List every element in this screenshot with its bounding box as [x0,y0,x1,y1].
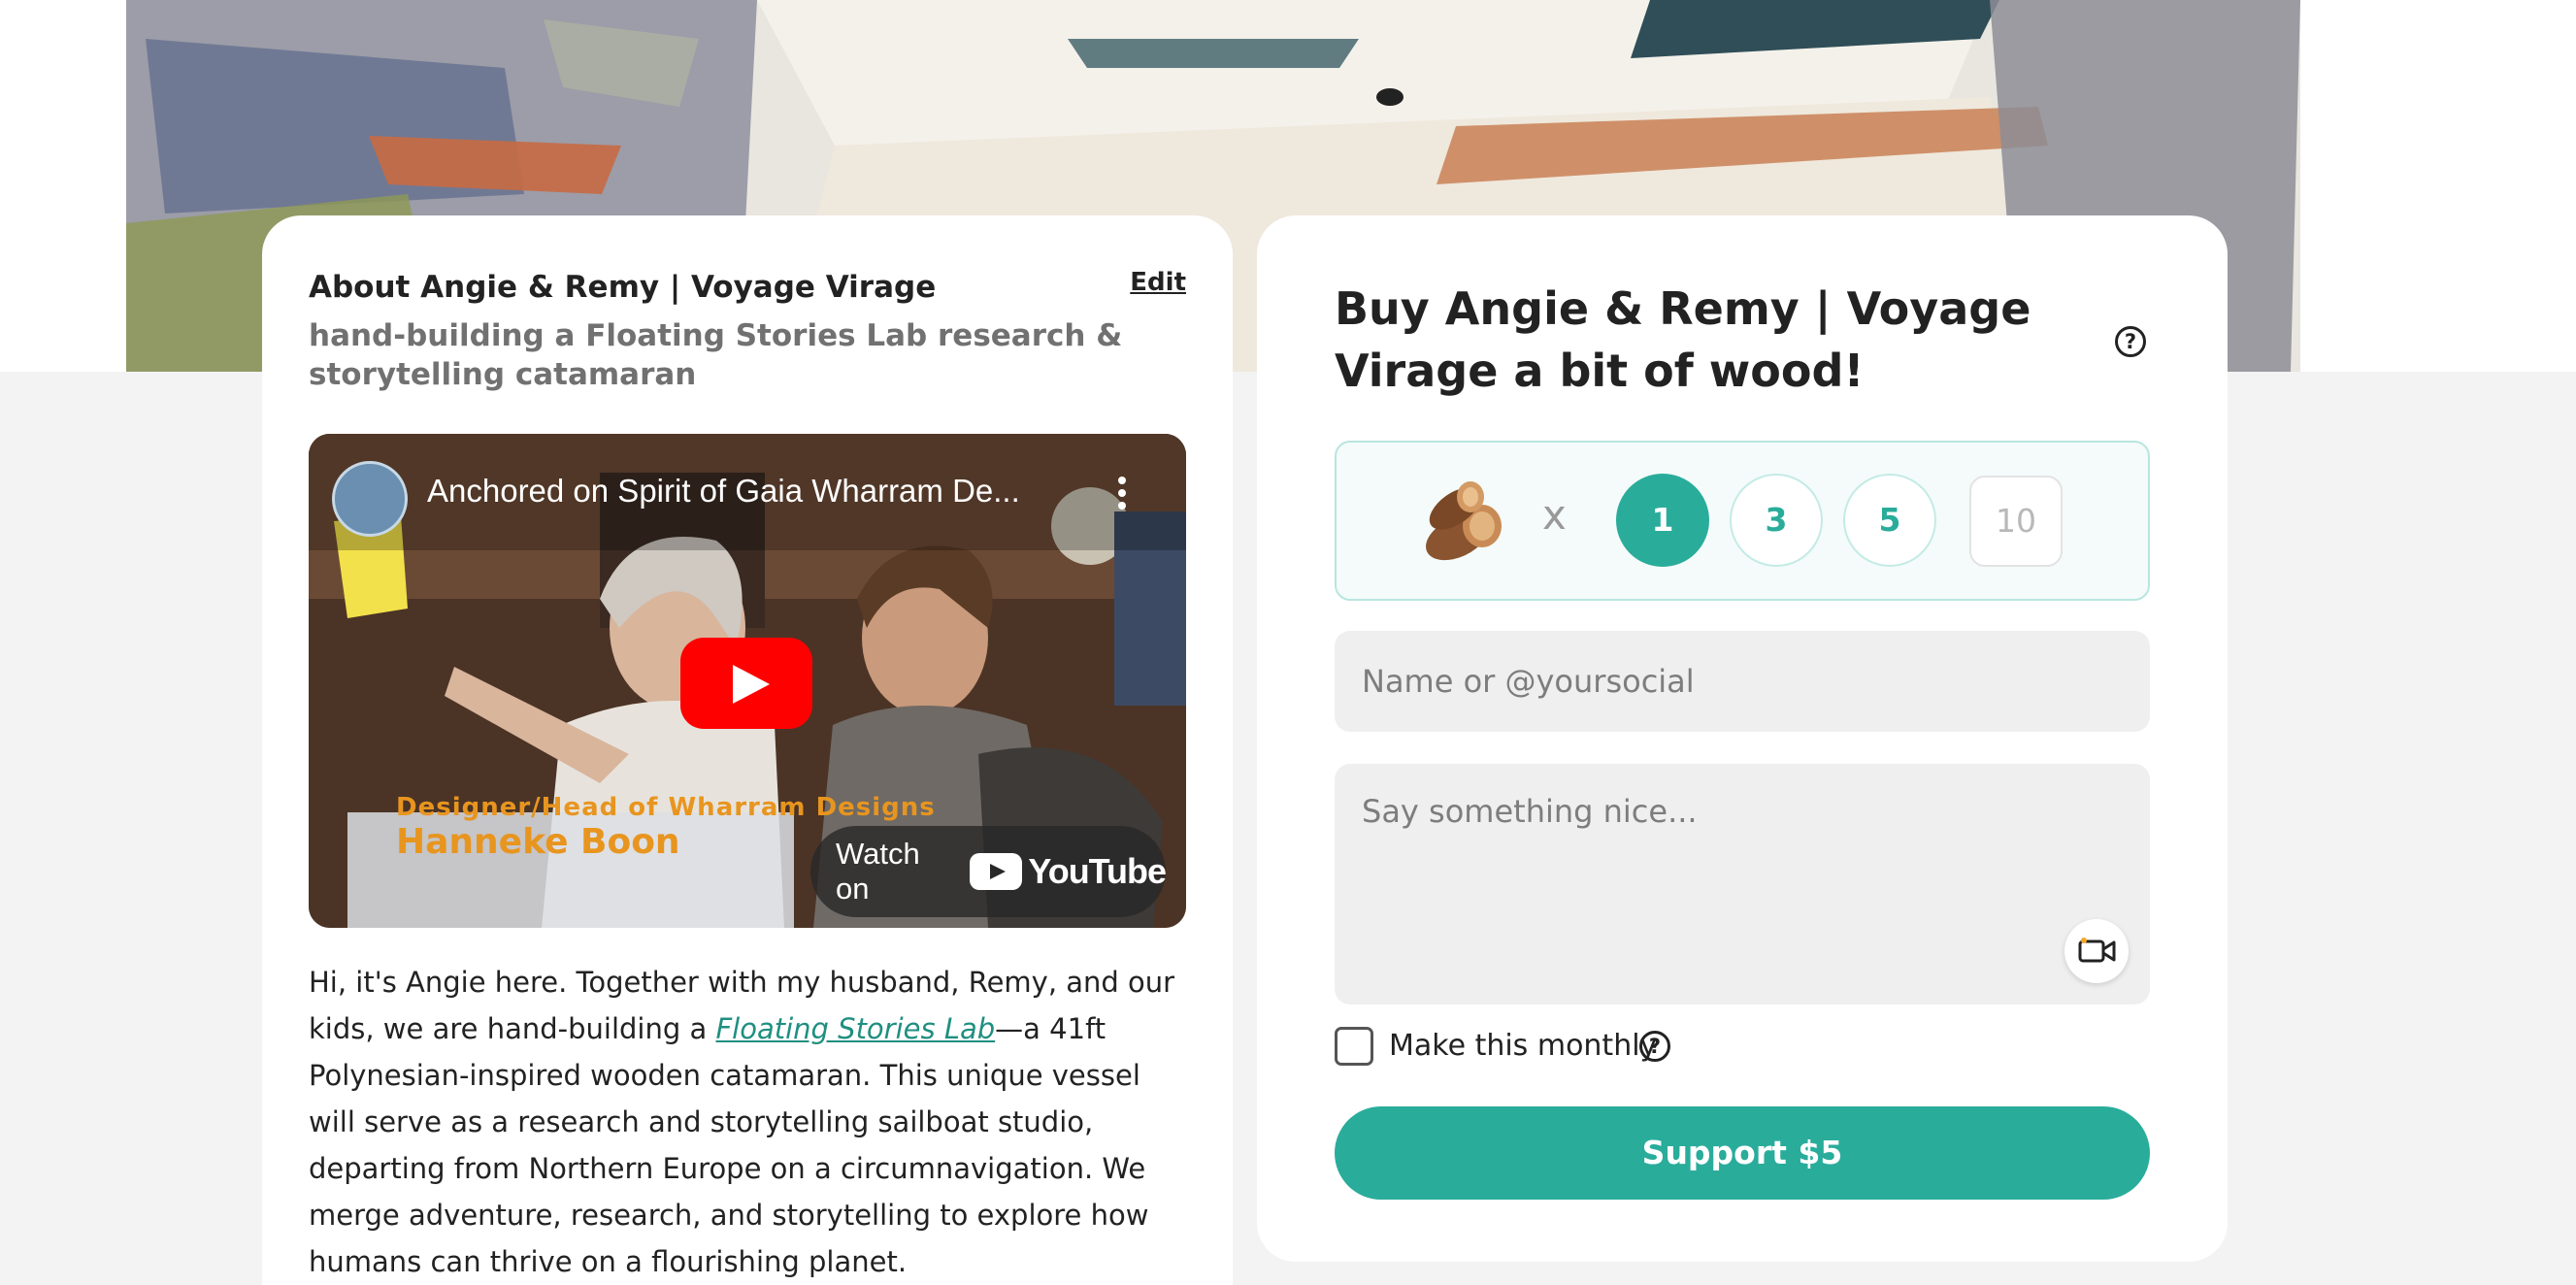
about-subtitle: hand-building a Floating Stories Lab res… [309,318,1123,392]
multiply-symbol: x [1542,491,1567,539]
make-monthly-label: Make this monthly [1389,1029,1658,1063]
video-message-button[interactable] [2064,919,2129,983]
support-card: Buy Angie & Remy | Voyage Virage a bit o… [1257,215,2228,1262]
video-caption-name: Hanneke Boon [396,822,680,862]
make-monthly-checkbox[interactable] [1335,1027,1373,1066]
edit-link[interactable]: Edit [1130,268,1186,297]
quantity-option-3[interactable]: 3 [1730,474,1823,567]
youtube-logo: YouTube [970,851,1167,892]
wood-log-icon [1426,481,1502,561]
support-button[interactable]: Support $5 [1335,1106,2150,1200]
quantity-selector: x 1 3 5 10 [1335,441,2150,601]
monthly-help-icon[interactable]: ? [1639,1031,1670,1062]
about-body-text-continued: —a 41ft Polynesian-inspired wooden catam… [309,1012,1149,1278]
support-title: Buy Angie & Remy | Voyage Virage a bit o… [1335,282,2031,397]
name-input[interactable] [1335,631,2150,732]
youtube-wordmark: YouTube [1028,851,1167,891]
video-camera-icon [2078,938,2116,963]
help-icon[interactable]: ? [2115,326,2146,357]
quantity-option-5[interactable]: 5 [1843,474,1936,567]
video-title[interactable]: Anchored on Spirit of Gaia Wharram De... [427,473,1020,510]
floating-stories-lab-link[interactable]: Floating Stories Lab [715,1012,995,1045]
video-caption-role: Designer/Head of Wharram Designs [396,793,936,822]
about-card: About Angie & Remy | Voyage Virage Edit … [262,215,1233,1285]
message-input[interactable] [1335,764,2150,1005]
youtube-video-embed[interactable]: Anchored on Spirit of Gaia Wharram De...… [309,434,1186,928]
channel-avatar[interactable] [332,461,408,537]
youtube-play-icon [970,853,1023,890]
custom-quantity-input[interactable]: 10 [1969,476,2063,567]
watch-on-youtube-button[interactable]: Watch on YouTube [810,826,1167,917]
about-title: About Angie & Remy | Voyage Virage [309,270,937,305]
more-options-icon[interactable] [1118,477,1126,510]
quantity-option-1[interactable]: 1 [1616,474,1709,567]
about-description: Hi, it's Angie here. Together with my hu… [309,959,1192,1285]
play-button[interactable] [680,638,812,729]
watch-on-label: Watch on [836,837,920,906]
